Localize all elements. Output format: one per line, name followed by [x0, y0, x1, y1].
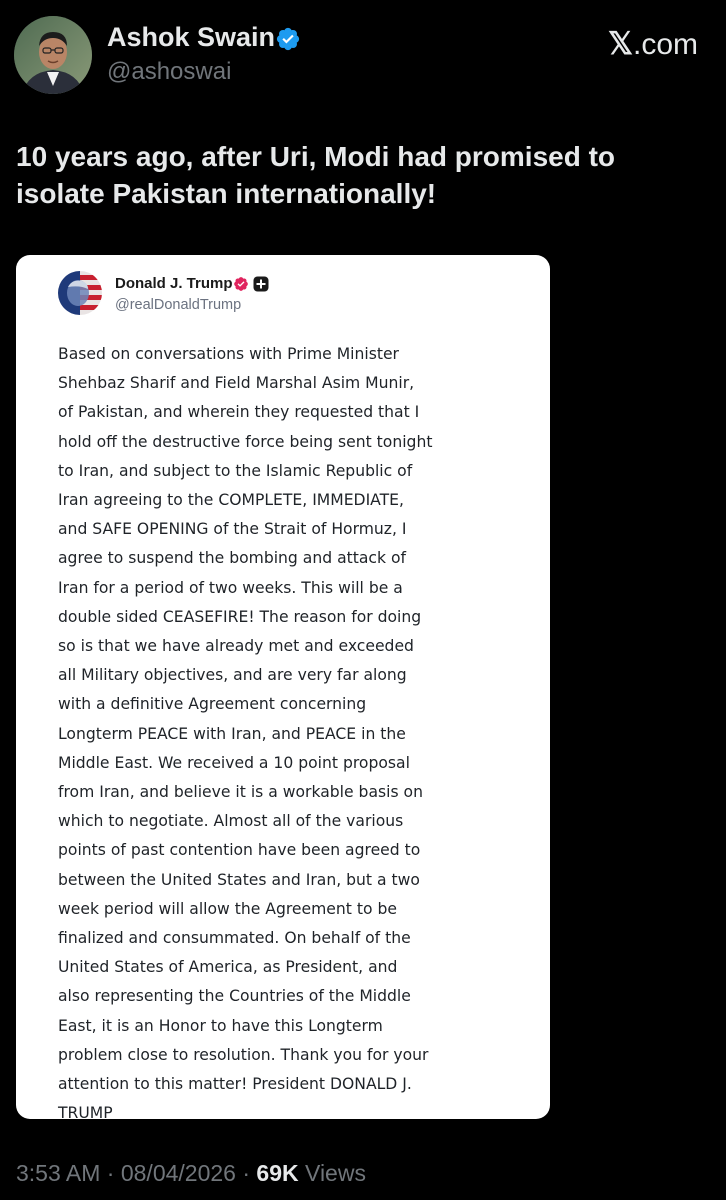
views-count: 69K: [256, 1160, 299, 1186]
post-metadata: 3:53 AM · 08/04/2026 · 69K Views: [16, 1160, 366, 1187]
views-label: Views: [305, 1160, 366, 1186]
author-avatar[interactable]: [14, 16, 92, 94]
verified-badge-icon: [234, 277, 248, 291]
meta-separator: ·: [242, 1160, 251, 1186]
post-time[interactable]: 3:53 AM: [16, 1160, 100, 1186]
embedded-author-name: Donald J. Trump: [115, 275, 233, 292]
meta-separator: ·: [106, 1160, 115, 1186]
post-date[interactable]: 08/04/2026: [121, 1160, 236, 1186]
embedded-author-avatar: [58, 271, 102, 315]
embedded-author-handle: @realDonaldTrump: [115, 297, 242, 313]
author-display-name[interactable]: Ashok Swain: [107, 22, 275, 53]
plus-square-icon: [253, 276, 269, 292]
tweet-text: 10 years ago, after Uri, Modi had promis…: [16, 141, 616, 209]
verified-badge-icon: [276, 27, 300, 51]
x-logo-icon: 𝕏: [608, 26, 633, 61]
post-header: Ashok Swain @ashoswai 𝕏.com: [0, 0, 726, 110]
author-handle[interactable]: @ashoswai: [107, 58, 231, 86]
embedded-post-image[interactable]: Donald J. Trump @realDonaldTrump Based o…: [16, 255, 550, 1119]
x-logo-suffix: .com: [632, 28, 698, 61]
embedded-post-body: Based on conversations with Prime Minist…: [58, 345, 433, 1119]
x-logo: 𝕏.com: [608, 26, 698, 62]
